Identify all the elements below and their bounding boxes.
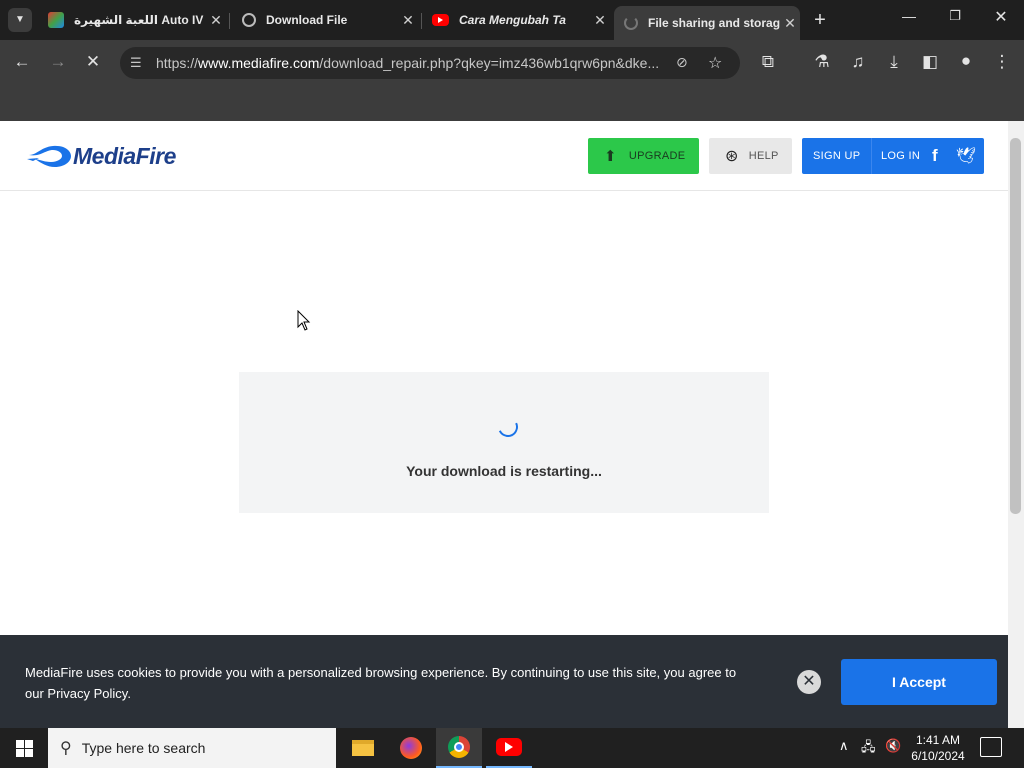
- close-icon[interactable]: ✕: [590, 12, 610, 29]
- minimize-button[interactable]: —: [896, 8, 922, 24]
- tab-favicon-icon: [48, 12, 64, 28]
- tab-divider: [229, 13, 230, 29]
- tab-search-button[interactable]: ▼: [8, 8, 32, 32]
- bookmark-bar: [0, 86, 1024, 121]
- tracking-protection-icon[interactable]: ⊘: [676, 54, 688, 71]
- signup-button[interactable]: SIGN UP: [813, 150, 860, 162]
- mouse-cursor-icon: [297, 310, 311, 331]
- lifebuoy-icon: ⊛: [725, 148, 739, 165]
- url-host: www.mediafire.com: [198, 55, 320, 71]
- help-button[interactable]: ⊛ HELP: [709, 138, 792, 174]
- button-divider: [871, 138, 872, 174]
- url-prefix: https://: [156, 55, 199, 71]
- download-status-box: [239, 372, 769, 513]
- taskbar-clock[interactable]: 1:41 AM 6/10/2024: [905, 732, 971, 764]
- file-explorer-icon[interactable]: [340, 728, 386, 768]
- volume-muted-icon[interactable]: 🔇: [885, 738, 901, 754]
- media-queue-icon[interactable]: ♫: [846, 52, 870, 72]
- tab-title: File sharing and storag: [648, 16, 780, 30]
- youtube-icon[interactable]: [486, 728, 532, 768]
- mediafire-logo[interactable]: MediaFire: [27, 141, 176, 171]
- cookie-close-icon[interactable]: ✕: [797, 670, 821, 694]
- account-buttons: SIGN UP LOG IN f 🕊: [802, 138, 984, 174]
- cookie-banner: MediaFire uses cookies to provide you wi…: [0, 635, 1008, 728]
- network-icon[interactable]: 🖧: [861, 738, 876, 760]
- tab-download-file[interactable]: Download File ✕: [232, 6, 418, 34]
- upgrade-cloud-icon: ⬆: [604, 148, 617, 165]
- cookie-message: MediaFire uses cookies to provide you wi…: [25, 665, 737, 701]
- youtube-icon: [432, 14, 449, 26]
- site-header: MediaFire ⬆ UPGRADE ⊛ HELP SIGN UP LOG I…: [0, 121, 1008, 191]
- download-icon[interactable]: ⤓: [882, 52, 906, 72]
- upgrade-button[interactable]: ⬆ UPGRADE: [588, 138, 699, 174]
- url-path: /download_repair.php?qkey=imz436wb1qrw6p…: [319, 55, 660, 71]
- scrollbar-thumb[interactable]: [1010, 138, 1021, 514]
- windows-taskbar: ⚲ Type here to search ∧ 🖧 🔇 1:41 AM 6/10…: [0, 728, 1024, 768]
- accept-cookies-button[interactable]: I Accept: [841, 659, 997, 705]
- clock-date: 6/10/2024: [911, 749, 965, 763]
- back-arrow-icon[interactable]: ←: [10, 52, 34, 72]
- mediafire-flame-icon: [27, 145, 71, 167]
- tray-overflow-chevron-icon[interactable]: ∧: [839, 738, 849, 754]
- tab-title: Cara Mengubah Ta: [459, 13, 566, 27]
- window-close-button[interactable]: ✕: [988, 7, 1014, 27]
- loading-icon: [624, 16, 638, 30]
- tab-strip: ▼ اللعبة الشهيرة Auto IV ✕ Download File…: [0, 0, 1024, 40]
- taskbar-search-box[interactable]: ⚲ Type here to search: [48, 728, 336, 768]
- firefox-icon[interactable]: [388, 728, 434, 768]
- tab-youtube[interactable]: Cara Mengubah Ta ✕: [422, 6, 610, 34]
- tab-auto-iv[interactable]: اللعبة الشهيرة Auto IV ✕: [38, 6, 226, 34]
- close-icon[interactable]: ✕: [780, 15, 800, 32]
- globe-icon: [242, 13, 256, 27]
- notification-icon[interactable]: [980, 737, 1002, 757]
- tab-mediafire[interactable]: File sharing and storag ✕: [614, 6, 800, 40]
- site-info-icon[interactable]: ☰: [130, 55, 142, 71]
- windows-start-icon[interactable]: [0, 728, 48, 768]
- menu-kebab-icon[interactable]: ⋮: [990, 52, 1014, 72]
- chrome-icon[interactable]: [436, 728, 482, 768]
- bookmark-star-icon[interactable]: ☆: [708, 53, 722, 73]
- side-panel-icon[interactable]: ◧: [918, 52, 942, 72]
- search-placeholder: Type here to search: [81, 740, 206, 756]
- restore-button[interactable]: ❐: [942, 8, 968, 24]
- clock-time: 1:41 AM: [915, 733, 961, 747]
- login-button[interactable]: LOG IN: [881, 150, 920, 162]
- close-icon[interactable]: ✕: [206, 12, 226, 29]
- forward-arrow-icon[interactable]: →: [46, 52, 70, 72]
- help-label: HELP: [748, 150, 779, 162]
- labs-flask-icon[interactable]: ⚗: [810, 52, 834, 72]
- profile-avatar-icon[interactable]: ●: [954, 51, 978, 71]
- tab-title: اللعبة الشهيرة Auto IV: [74, 13, 204, 27]
- upgrade-label: UPGRADE: [628, 150, 686, 162]
- address-bar[interactable]: ☰ https://www.mediafire.com/download_rep…: [120, 47, 740, 79]
- download-status-message: Your download is restarting...: [406, 463, 602, 479]
- search-icon: ⚲: [60, 740, 72, 757]
- logo-wordmark: MediaFire: [73, 142, 176, 169]
- stop-loading-icon[interactable]: ✕: [81, 52, 105, 72]
- tab-title: Download File: [266, 13, 348, 27]
- facebook-icon[interactable]: f: [932, 146, 938, 166]
- close-icon[interactable]: ✕: [398, 12, 418, 29]
- new-tab-button[interactable]: +: [808, 8, 832, 32]
- twitter-icon[interactable]: 🕊: [956, 146, 977, 166]
- extensions-icon[interactable]: ⧉: [756, 52, 780, 72]
